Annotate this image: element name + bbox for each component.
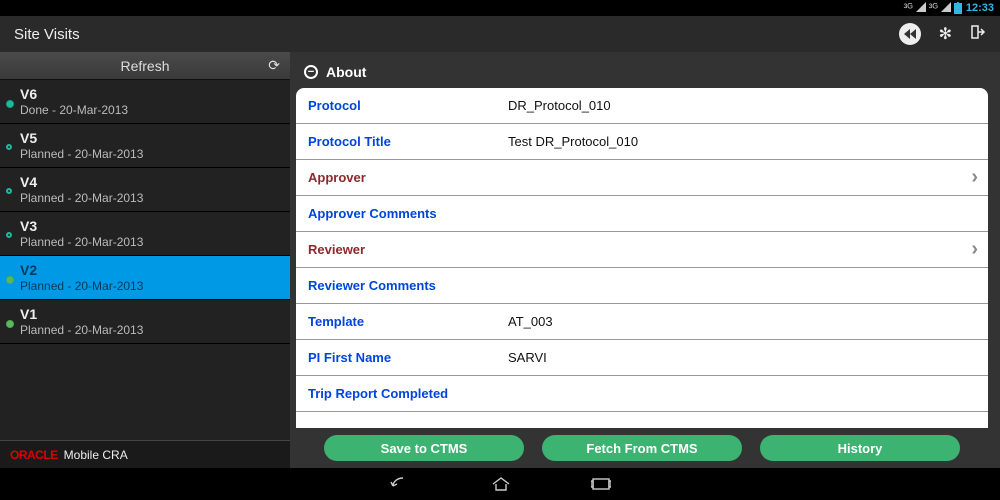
signal-bars-icon	[916, 2, 926, 15]
visit-name: V2	[20, 262, 280, 278]
rewind-button[interactable]	[899, 23, 921, 45]
oracle-logo: ORACLE	[10, 448, 58, 462]
row-protocol-title: Protocol Title Test DR_Protocol_010	[296, 124, 988, 160]
signal-3g-icon-2: ³ᴳ	[929, 2, 938, 14]
visit-status: Planned - 20-Mar-2013	[20, 323, 280, 337]
visit-item-v4[interactable]: V4 Planned - 20-Mar-2013	[0, 168, 290, 212]
status-dot	[6, 276, 14, 284]
history-button[interactable]: History	[760, 435, 960, 461]
visit-item-v1[interactable]: V1 Planned - 20-Mar-2013	[0, 300, 290, 344]
status-dot	[6, 100, 14, 108]
status-dot	[6, 320, 14, 328]
field-value: SARVI	[508, 350, 976, 365]
field-label: Reviewer	[308, 242, 508, 257]
row-template: Template AT_003	[296, 304, 988, 340]
visit-item-v3[interactable]: V3 Planned - 20-Mar-2013	[0, 212, 290, 256]
visit-name: V3	[20, 218, 280, 234]
row-approver-comments: Approver Comments	[296, 196, 988, 232]
settings-icon[interactable]: ✻	[939, 24, 952, 44]
refresh-icon: ⟳	[268, 57, 280, 74]
logout-icon[interactable]	[970, 24, 986, 45]
field-label: Protocol	[308, 98, 508, 113]
visit-name: V5	[20, 130, 280, 146]
row-pi-first-name: PI First Name SARVI	[296, 340, 988, 376]
home-nav-icon[interactable]	[491, 476, 511, 492]
refresh-label: Refresh	[120, 58, 169, 74]
row-reviewer[interactable]: Reviewer ›	[296, 232, 988, 268]
row-reviewer-comments: Reviewer Comments	[296, 268, 988, 304]
chevron-right-icon: ›	[971, 238, 978, 261]
status-time: 12:33	[966, 2, 994, 14]
field-value: AT_003	[508, 314, 976, 329]
visit-name: V4	[20, 174, 280, 190]
battery-icon	[954, 3, 962, 14]
recent-nav-icon[interactable]	[591, 477, 611, 491]
field-label: Protocol Title	[308, 134, 508, 149]
status-dot	[6, 188, 12, 194]
status-dot	[6, 144, 12, 150]
visit-item-v5[interactable]: V5 Planned - 20-Mar-2013	[0, 124, 290, 168]
fetch-from-ctms-button[interactable]: Fetch From CTMS	[542, 435, 742, 461]
field-label: Approver Comments	[308, 206, 508, 221]
back-nav-icon[interactable]	[389, 476, 411, 492]
about-panel: Protocol DR_Protocol_010 Protocol Title …	[296, 88, 988, 428]
visit-status: Done - 20-Mar-2013	[20, 103, 280, 117]
field-value: Test DR_Protocol_010	[508, 134, 976, 149]
signal-bars-icon-2	[941, 2, 951, 15]
row-trip-report: Trip Report Completed	[296, 376, 988, 412]
row-approver[interactable]: Approver ›	[296, 160, 988, 196]
refresh-button[interactable]: Refresh ⟳	[0, 52, 290, 80]
visit-name: V1	[20, 306, 280, 322]
status-dot	[6, 232, 12, 238]
chevron-right-icon: ›	[971, 166, 978, 189]
page-title: Site Visits	[14, 26, 80, 43]
field-label: Approver	[308, 170, 508, 185]
product-name: Mobile CRA	[64, 448, 128, 462]
visit-item-v6[interactable]: V6 Done - 20-Mar-2013	[0, 80, 290, 124]
visit-status: Planned - 20-Mar-2013	[20, 235, 280, 249]
signal-3g-icon: ³ᴳ	[904, 2, 913, 14]
field-label: PI First Name	[308, 350, 508, 365]
field-label: Template	[308, 314, 508, 329]
save-to-ctms-button[interactable]: Save to CTMS	[324, 435, 524, 461]
field-label: Trip Report Completed	[308, 386, 508, 401]
visit-status: Planned - 20-Mar-2013	[20, 191, 280, 205]
section-title: About	[326, 64, 366, 80]
collapse-icon: −	[304, 65, 318, 79]
field-value: DR_Protocol_010	[508, 98, 976, 113]
field-label: Reviewer Comments	[308, 278, 508, 293]
visit-item-v2[interactable]: V2 Planned - 20-Mar-2013	[0, 256, 290, 300]
visit-name: V6	[20, 86, 280, 102]
row-protocol: Protocol DR_Protocol_010	[296, 88, 988, 124]
about-section-header[interactable]: − About	[296, 58, 988, 88]
visit-status: Planned - 20-Mar-2013	[20, 147, 280, 161]
visit-status: Planned - 20-Mar-2013	[20, 279, 280, 293]
